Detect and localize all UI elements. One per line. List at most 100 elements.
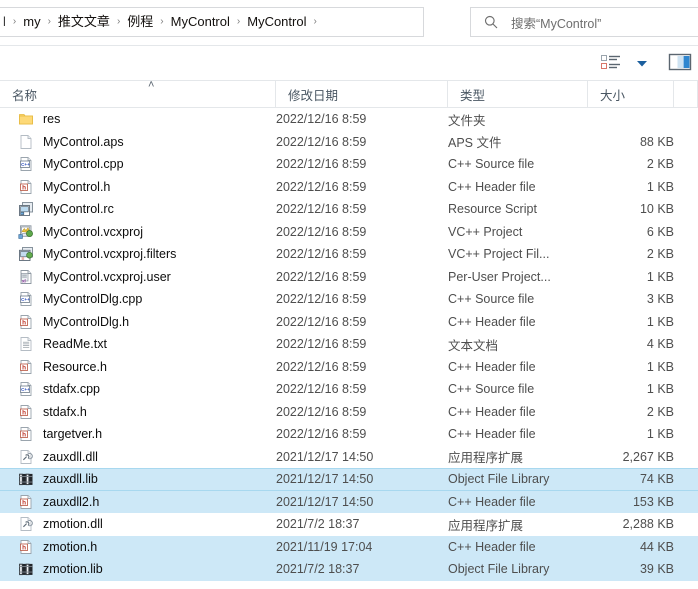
file-name-cell[interactable]: h Resource.h xyxy=(0,356,276,379)
file-row[interactable]: MyControl.vcxproj 2022/12/16 8:59 VC++ Pro… xyxy=(0,221,698,244)
file-name-cell[interactable]: zauxdll.lib xyxy=(0,469,276,490)
file-name-label: zmotion.dll xyxy=(43,517,103,532)
file-name-cell[interactable]: h MyControl.h xyxy=(0,176,276,199)
file-row[interactable]: zauxdll.lib 2021/12/17 14:50 Object File L… xyxy=(0,468,698,491)
breadcrumb-separator-icon[interactable]: › xyxy=(309,13,320,31)
file-row[interactable]: zauxdll.dll 2021/12/17 14:50 应用程序扩展 2,267 K… xyxy=(0,446,698,469)
file-name-cell[interactable]: xl MyControl.vcxproj.user xyxy=(0,266,276,289)
file-name-cell[interactable]: h zmotion.h xyxy=(0,536,276,559)
file-icon-wrapper: xl xyxy=(18,269,34,285)
file-name-cell[interactable]: res xyxy=(0,108,276,131)
file-row[interactable]: xl MyControl.vcxproj.user 2022/12/16 8:59 P… xyxy=(0,266,698,289)
file-name-cell[interactable]: zmotion.lib xyxy=(0,558,276,581)
file-type-cell: C++ Header file xyxy=(448,179,536,194)
file-row[interactable]: h targetver.h 2022/12/16 8:59 C++ Header fi… xyxy=(0,423,698,446)
breadcrumb-separator-icon[interactable]: › xyxy=(44,13,55,31)
column-header-blank[interactable] xyxy=(674,81,698,108)
file-date-cell: 2021/12/17 14:50 xyxy=(276,472,374,487)
column-header-类型[interactable]: 类型 xyxy=(448,81,588,108)
file-row[interactable]: h zauxdll2.h 2021/12/17 14:50 C++ Header fi… xyxy=(0,490,698,514)
breadcrumb-item[interactable]: MyControl xyxy=(244,12,309,32)
file-name-cell[interactable]: ReadMe.txt xyxy=(0,333,276,356)
file-size-cell: 1 KB xyxy=(646,427,674,442)
column-header-大小[interactable]: 大小 xyxy=(588,81,674,108)
file-name-cell[interactable]: C++ MyControl.cpp xyxy=(0,153,276,176)
file-name-cell[interactable]: ≡ MyControl.vcxproj.filters xyxy=(0,243,276,266)
file-row[interactable]: C++ MyControl.cpp 2022/12/16 8:59 C++ Sourc… xyxy=(0,153,698,176)
file-date-cell: 2022/12/16 8:59 xyxy=(276,202,367,217)
file-icon-wrapper xyxy=(18,224,34,240)
breadcrumb-item[interactable]: l xyxy=(2,12,9,32)
file-size-cell: 1 KB xyxy=(646,269,674,284)
file-row[interactable]: h MyControl.h 2022/12/16 8:59 C++ Header fi… xyxy=(0,176,698,199)
file-row[interactable]: h zmotion.h 2021/11/19 17:04 C++ Header fil… xyxy=(0,535,698,559)
file-name-cell[interactable]: MyControl.rc xyxy=(0,198,276,221)
view-options-dropdown-button[interactable] xyxy=(632,52,652,74)
file-name-label: zmotion.h xyxy=(43,539,98,554)
file-name-cell[interactable]: C++ stdafx.cpp xyxy=(0,378,276,401)
file-date-cell: 2022/12/16 8:59 xyxy=(276,359,367,374)
breadcrumb-item[interactable]: my xyxy=(20,12,43,32)
file-name-cell[interactable]: h MyControlDlg.h xyxy=(0,311,276,334)
breadcrumb-item[interactable]: 例程 xyxy=(124,12,156,32)
breadcrumb-item[interactable]: MyControl xyxy=(168,12,233,32)
file-name-label: stdafx.cpp xyxy=(43,382,100,397)
file-row[interactable]: MyControl.rc 2022/12/16 8:59 Resource Scri… xyxy=(0,198,698,221)
file-row[interactable]: h Resource.h 2022/12/16 8:59 C++ Header fil… xyxy=(0,356,698,379)
file-name-cell[interactable]: zmotion.dll xyxy=(0,513,276,536)
details-view-button[interactable] xyxy=(598,52,624,74)
preview-pane-button[interactable] xyxy=(668,52,692,72)
header-file-icon: h xyxy=(20,539,32,554)
breadcrumb-item[interactable]: 推文文章 xyxy=(55,12,113,32)
breadcrumb-separator-icon[interactable]: › xyxy=(9,13,20,31)
file-row[interactable]: C++ MyControlDlg.cpp 2022/12/16 8:59 C++ So… xyxy=(0,288,698,311)
dll-icon xyxy=(20,449,33,464)
file-row[interactable]: res 2022/12/16 8:59 文件夹 xyxy=(0,108,698,131)
file-row[interactable]: zmotion.lib 2021/7/2 18:37 Object File Lib… xyxy=(0,558,698,581)
file-date-cell: 2022/12/16 8:59 xyxy=(276,134,367,149)
file-icon-wrapper: h xyxy=(18,179,34,195)
file-icon-wrapper: h xyxy=(18,314,34,330)
file-name-label: MyControl.h xyxy=(43,179,111,194)
file-row[interactable]: MyControl.aps 2022/12/16 8:59 APS 文件 88 KB xyxy=(0,131,698,154)
breadcrumb[interactable]: l › my › 推文文章 › 例程 › MyControl › MyControl › xyxy=(0,7,424,37)
file-row[interactable]: ReadMe.txt 2022/12/16 8:59 文本文档 4 KB xyxy=(0,333,698,356)
breadcrumb-separator-icon[interactable]: › xyxy=(113,13,124,31)
file-size-cell: 1 KB xyxy=(646,179,674,194)
search-box[interactable]: 搜索“MyControl” xyxy=(470,7,698,37)
file-list[interactable]: res 2022/12/16 8:59 文件夹 MyControl.aps 2022/1… xyxy=(0,108,698,589)
file-name-cell[interactable]: C++ MyControlDlg.cpp xyxy=(0,288,276,311)
file-name-cell[interactable]: MyControl.vcxproj xyxy=(0,221,276,244)
breadcrumb-separator-icon[interactable]: › xyxy=(233,13,244,31)
file-name-cell[interactable]: zauxdll.dll xyxy=(0,446,276,469)
vcxproj-user-icon: xl xyxy=(20,269,32,284)
header-file-icon: h xyxy=(20,494,32,509)
file-row[interactable]: ≡ MyControl.vcxproj.filters 2022/12/16 8:5… xyxy=(0,243,698,266)
file-date-cell: 2022/12/16 8:59 xyxy=(276,269,367,284)
file-row[interactable]: C++ stdafx.cpp 2022/12/16 8:59 C++ Source f… xyxy=(0,378,698,401)
file-date-cell: 2022/12/16 8:59 xyxy=(276,382,367,397)
file-name-cell[interactable]: h stdafx.h xyxy=(0,401,276,424)
breadcrumb-separator-icon[interactable]: › xyxy=(156,13,167,31)
file-type-cell: C++ Header file xyxy=(448,359,536,374)
file-row[interactable]: zmotion.dll 2021/7/2 18:37 应用程序扩展 2,288 KB xyxy=(0,513,698,536)
file-icon-wrapper xyxy=(18,336,34,352)
file-size-cell xyxy=(588,108,674,131)
file-row[interactable]: h MyControlDlg.h 2022/12/16 8:59 C++ Header… xyxy=(0,311,698,334)
file-name-cell[interactable]: h targetver.h xyxy=(0,423,276,446)
file-size-cell: 10 KB xyxy=(639,202,674,217)
svg-text:h: h xyxy=(22,432,26,439)
file-icon-wrapper xyxy=(18,449,34,465)
column-header-修改日期[interactable]: 修改日期 xyxy=(276,81,448,108)
file-name-cell[interactable]: h zauxdll2.h xyxy=(0,491,276,514)
header-file-icon: h xyxy=(20,359,32,374)
file-date-cell: 2022/12/16 8:59 xyxy=(276,427,367,442)
file-row[interactable]: h stdafx.h 2022/12/16 8:59 C++ Header file 2… xyxy=(0,401,698,424)
file-type-cell: Per-User Project... xyxy=(448,269,551,284)
file-icon-wrapper xyxy=(18,516,34,532)
file-date-cell: 2022/12/16 8:59 xyxy=(276,404,367,419)
file-name-cell[interactable]: MyControl.aps xyxy=(0,131,276,154)
column-header-名称[interactable]: 名称 xyxy=(0,81,276,108)
file-size-cell: 3 KB xyxy=(646,292,674,307)
file-date-cell: 2021/12/17 14:50 xyxy=(276,449,374,464)
